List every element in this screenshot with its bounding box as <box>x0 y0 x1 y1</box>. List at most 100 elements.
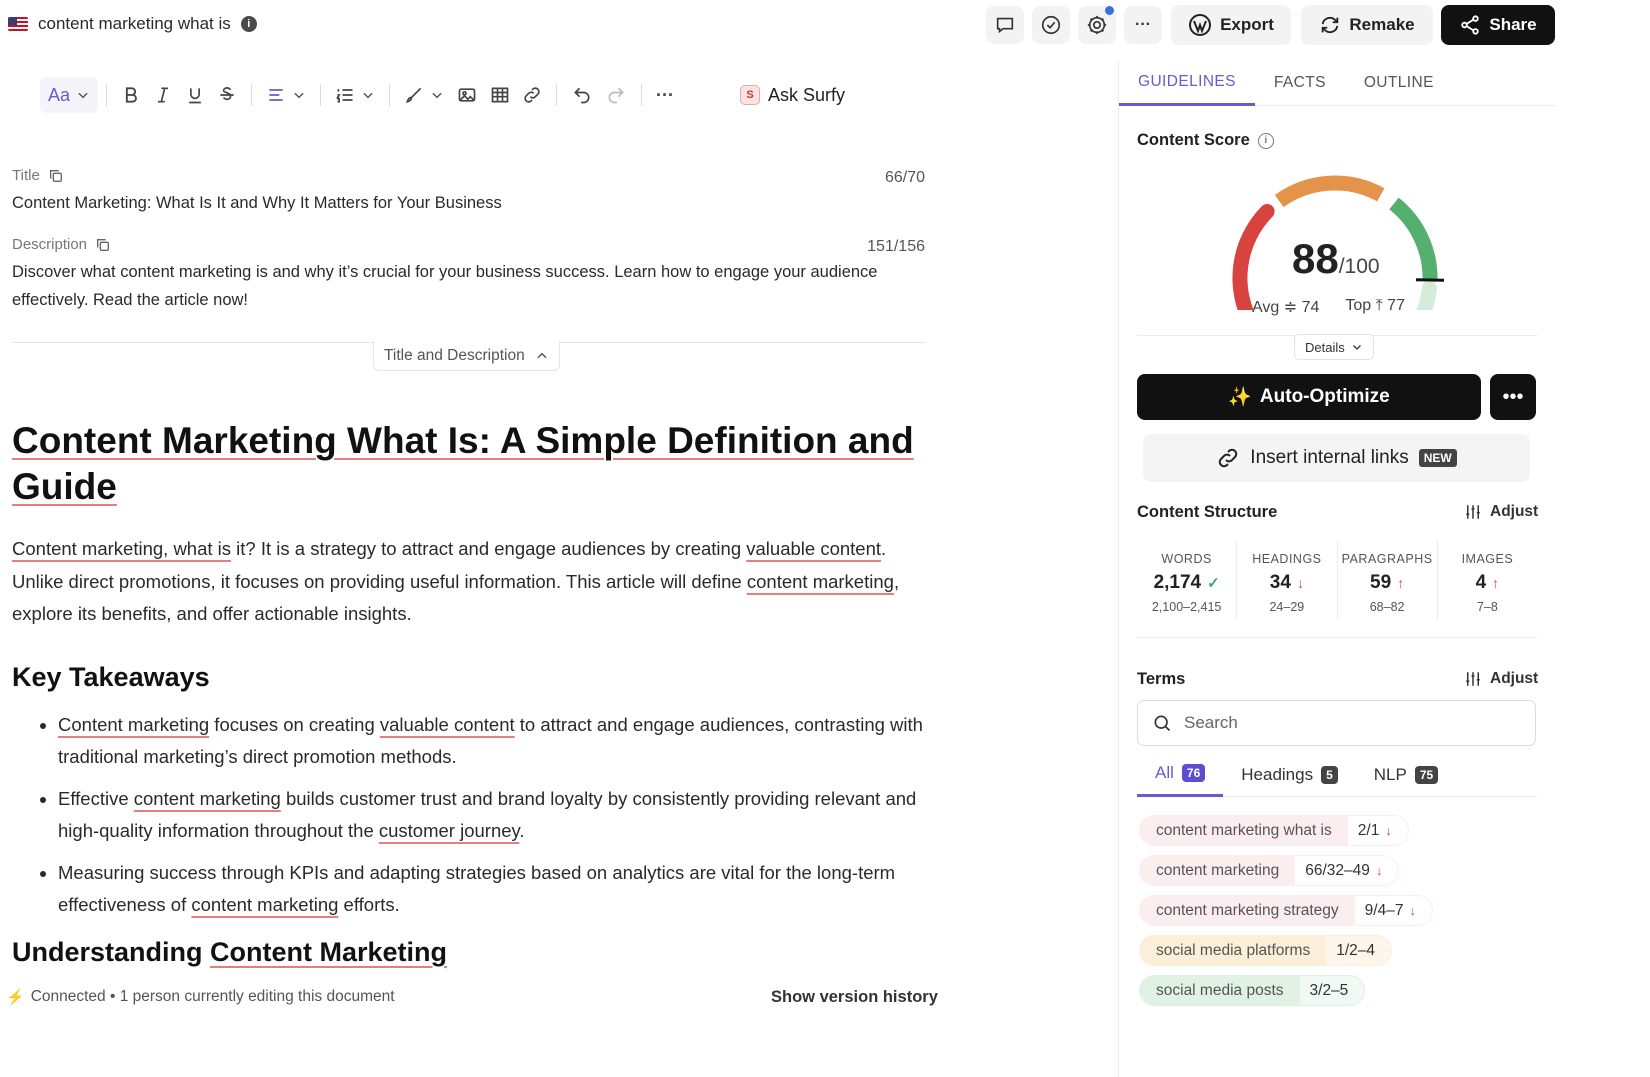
stat-range: 7–8 <box>1476 600 1498 614</box>
formatting-toolbar: Aa ··· S Ask Surfy <box>40 74 845 116</box>
ask-surfy-button[interactable]: S Ask Surfy <box>740 85 845 106</box>
article-body[interactable]: Content Marketing What Is: A Simple Defi… <box>12 418 932 972</box>
term-chip[interactable]: content marketing what is 2/1 ↓ <box>1139 815 1409 846</box>
highlight-dropdown[interactable] <box>398 77 450 113</box>
info-icon[interactable]: i <box>240 16 257 32</box>
structure-divider <box>1137 637 1537 638</box>
wordpress-icon <box>1189 14 1212 36</box>
new-badge: NEW <box>1418 449 1457 467</box>
italic-button[interactable] <box>147 77 179 113</box>
term-tab-headings[interactable]: Headings 5 <box>1223 752 1356 797</box>
term-name: content marketing what is <box>1156 821 1332 839</box>
stat-words: WORDS 2,174 ✓ 2,100–2,415 <box>1137 540 1238 620</box>
term-usage: 9/4–7 ↓ <box>1354 896 1432 925</box>
align-dropdown[interactable] <box>260 77 312 113</box>
text-run: efforts. <box>338 894 400 915</box>
intro-paragraph[interactable]: Content marketing, what is it? It is a s… <box>12 533 932 631</box>
bold-icon <box>125 87 137 103</box>
article-heading-h1[interactable]: Content Marketing What Is: A Simple Defi… <box>12 418 932 510</box>
tab-facts[interactable]: FACTS <box>1255 60 1345 106</box>
chevron-down-icon <box>363 92 373 99</box>
term-chip[interactable]: content marketing strategy 9/4–7 ↓ <box>1139 895 1433 926</box>
check-circle-icon <box>1041 15 1061 35</box>
insert-internal-links-button[interactable]: Insert internal links NEW <box>1143 434 1530 482</box>
info-icon[interactable]: i <box>1257 132 1274 149</box>
more-tools-button[interactable]: ··· <box>650 77 680 113</box>
term-name: social media platforms <box>1156 941 1311 959</box>
term-chip[interactable]: content marketing 66/32–49 ↓ <box>1139 855 1400 886</box>
structure-adjust-button[interactable]: Adjust <box>1464 503 1538 521</box>
details-dropdown[interactable]: Details <box>1294 334 1374 360</box>
remake-button[interactable]: Remake <box>1301 5 1433 45</box>
strikethrough-button[interactable] <box>211 77 243 113</box>
term-tab-nlp[interactable]: NLP 75 <box>1356 752 1456 797</box>
terms-list: content marketing what is 2/1 ↓ content ma… <box>1139 815 1539 1015</box>
tab-guidelines[interactable]: GUIDELINES <box>1119 60 1255 106</box>
check-button[interactable] <box>1032 6 1070 44</box>
share-button[interactable]: Share <box>1441 5 1555 45</box>
top-arrow-icon: ⤒ <box>1375 297 1383 314</box>
auto-optimize-more-button[interactable]: ••• <box>1490 374 1536 420</box>
stat-value: 34 ↓ <box>1237 572 1336 594</box>
term-highlight: content marketing <box>133 787 281 809</box>
term-name: content marketing strategy <box>1156 901 1339 919</box>
list-item[interactable]: Measuring success through KPIs and adapt… <box>58 857 932 922</box>
score-max: /100 <box>1338 255 1380 278</box>
list-dropdown[interactable] <box>329 77 381 113</box>
sparkle-icon: ✨ <box>1228 387 1252 408</box>
document-title[interactable]: content marketing what is <box>38 14 231 34</box>
term-highlight: valuable content <box>379 713 515 735</box>
score-benchmarks: Avg ≑ 74 Top ⤒ 77 <box>1252 297 1405 317</box>
chevron-down-icon <box>1352 345 1361 350</box>
link-icon <box>1219 448 1238 468</box>
more-options-button[interactable]: ··· <box>1124 6 1162 44</box>
underline-button[interactable] <box>179 77 211 113</box>
brush-icon <box>406 87 422 103</box>
insert-link-button[interactable] <box>516 77 548 113</box>
toolbar-divider <box>106 84 108 106</box>
term-highlight: content marketing <box>746 570 894 592</box>
term-chip[interactable]: social media platforms 1/2–4 <box>1139 935 1392 966</box>
auto-optimize-button[interactable]: ✨ Auto-Optimize <box>1137 374 1481 420</box>
terms-adjust-button[interactable]: Adjust <box>1464 670 1538 688</box>
bold-button[interactable] <box>115 77 147 113</box>
stat-label: HEADINGS <box>1252 552 1322 566</box>
count-badge: 5 <box>1321 765 1338 784</box>
insert-table-button[interactable] <box>484 77 516 113</box>
terms-search[interactable] <box>1137 700 1536 746</box>
seo-description-field[interactable]: Discover what content marketing is and w… <box>12 258 926 314</box>
term-tab-all[interactable]: All 76 <box>1137 752 1224 797</box>
avg-label: Avg <box>1252 299 1280 316</box>
font-style-dropdown[interactable]: Aa <box>40 77 99 113</box>
redo-button[interactable] <box>599 77 633 113</box>
title-description-toggle[interactable]: Title and Description <box>373 341 560 371</box>
show-version-history-link[interactable]: Show version history <box>771 988 938 1007</box>
tab-outline[interactable]: OUTLINE <box>1345 60 1453 106</box>
settings-button[interactable] <box>1078 6 1116 44</box>
comments-button[interactable] <box>986 6 1024 44</box>
copy-icon[interactable] <box>95 237 111 253</box>
us-flag-icon[interactable] <box>8 17 28 31</box>
seo-title-field[interactable]: Content Marketing: What Is It and Why It… <box>12 189 926 217</box>
table-icon <box>491 87 509 103</box>
list-item[interactable]: Content marketing focuses on creating va… <box>58 709 932 774</box>
arrow-up-icon: ↑ <box>1397 575 1405 591</box>
avg-value: 74 <box>1301 299 1320 316</box>
undo-icon <box>574 87 590 104</box>
search-input[interactable] <box>1184 713 1514 733</box>
key-takeaways-heading[interactable]: Key Takeaways <box>12 657 932 697</box>
more-icon: ··· <box>656 84 675 105</box>
understanding-heading[interactable]: Understanding Content Marketing <box>12 932 932 972</box>
export-button[interactable]: Export <box>1171 5 1291 45</box>
auto-optimize-label: Auto-Optimize <box>1259 386 1390 407</box>
heading-keyword: Content Marketing What Is: A Simple Defi… <box>12 420 914 507</box>
list-item[interactable]: Effective content marketing builds custo… <box>58 783 932 848</box>
adjust-label: Adjust <box>1490 670 1539 687</box>
stat-label: PARAGRAPHS <box>1341 552 1433 566</box>
copy-icon[interactable] <box>48 168 64 184</box>
insert-image-button[interactable] <box>450 77 484 113</box>
term-count: 1/2–4 <box>1336 941 1375 959</box>
term-highlight: valuable content <box>746 538 882 559</box>
term-chip[interactable]: social media posts 3/2–5 <box>1139 975 1366 1006</box>
undo-button[interactable] <box>565 77 599 113</box>
